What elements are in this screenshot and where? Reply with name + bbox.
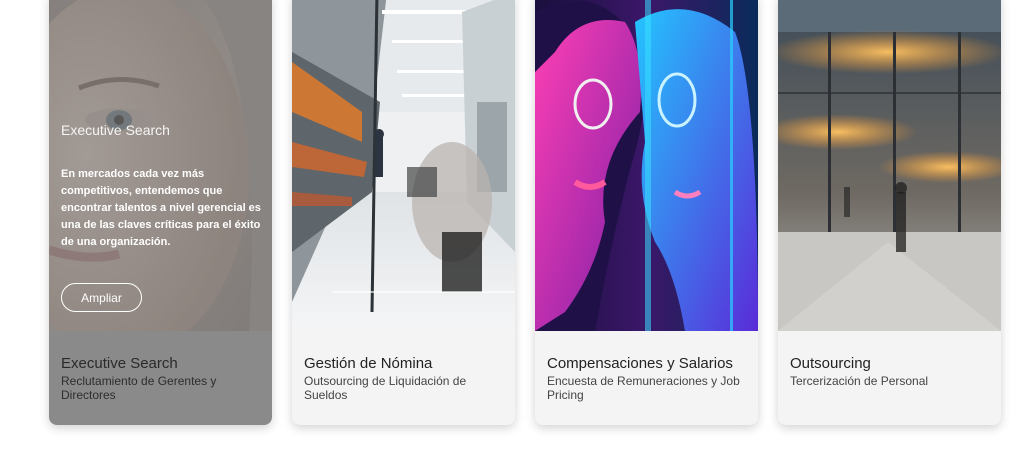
service-card-gestion-nomina[interactable]: Gestión de Nómina Outsourcing de Liquida… <box>292 0 515 425</box>
card-subtitle: Tercerización de Personal <box>790 374 929 388</box>
service-card-executive-search[interactable]: Executive Search En mercados cada vez má… <box>49 0 272 425</box>
card-subtitle: Outsourcing de Liquidación de Sueldos <box>304 374 467 402</box>
ampliar-button[interactable]: Ampliar <box>61 283 142 312</box>
card-subtitle: Reclutamiento de Gerentes y Directores <box>61 374 217 402</box>
card-caption: Executive Search Reclutamiento de Gerent… <box>61 355 262 402</box>
service-card-outsourcing[interactable]: Outsourcing Tercerización de Personal <box>778 0 1001 425</box>
neon-faces-photo <box>535 0 758 331</box>
office-lobby-photo <box>778 0 1001 331</box>
card-caption: Gestión de Nómina Outsourcing de Liquida… <box>304 355 505 402</box>
card-subtitle: Encuesta de Remuneraciones y Job Pricing <box>547 374 740 402</box>
card-title: Gestión de Nómina <box>304 355 433 372</box>
office-corridor-photo <box>292 0 515 331</box>
card-hover-overlay: Executive Search En mercados cada vez má… <box>49 0 272 331</box>
executive-search-photo: Executive Search En mercados cada vez má… <box>49 0 272 331</box>
card-title: Outsourcing <box>790 355 871 372</box>
service-card-compensaciones[interactable]: Compensaciones y Salarios Encuesta de Re… <box>535 0 758 425</box>
overlay-title: Executive Search <box>61 122 170 138</box>
card-title: Executive Search <box>61 355 178 372</box>
overlay-description: En mercados cada vez más competitivos, e… <box>61 168 261 248</box>
card-caption: Compensaciones y Salarios Encuesta de Re… <box>547 355 748 402</box>
card-caption: Outsourcing Tercerización de Personal <box>790 355 991 388</box>
card-title: Compensaciones y Salarios <box>547 355 733 372</box>
